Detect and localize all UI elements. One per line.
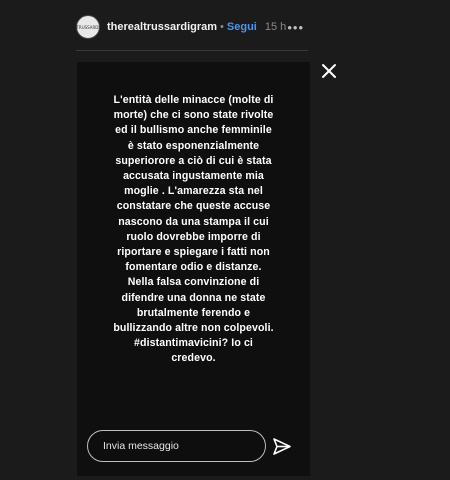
avatar-logo-text: TRUSSARDI [76, 24, 100, 30]
post-time: 15 h [264, 21, 287, 33]
reply-field[interactable]: Invia messaggio [87, 430, 266, 462]
reply-placeholder: Invia messaggio [103, 440, 179, 452]
header-divider [76, 50, 308, 51]
follow-button[interactable]: Segui [227, 21, 257, 33]
close-icon[interactable] [318, 60, 340, 82]
story-viewer: TRUSSARDI therealtrussardigram • Segui 1… [0, 0, 450, 480]
username[interactable]: therealtrussardigram [107, 21, 217, 33]
story-header: TRUSSARDI therealtrussardigram • Segui 1… [76, 12, 304, 42]
separator-dot: • [220, 21, 224, 33]
story-text: L'entità delle minacce (molte di morte) … [113, 94, 274, 365]
avatar[interactable]: TRUSSARDI [76, 15, 100, 39]
more-options-icon[interactable]: ••• [287, 21, 304, 34]
send-icon[interactable] [272, 437, 292, 457]
story-frame[interactable]: L'entità delle minacce (molte di morte) … [77, 62, 310, 476]
